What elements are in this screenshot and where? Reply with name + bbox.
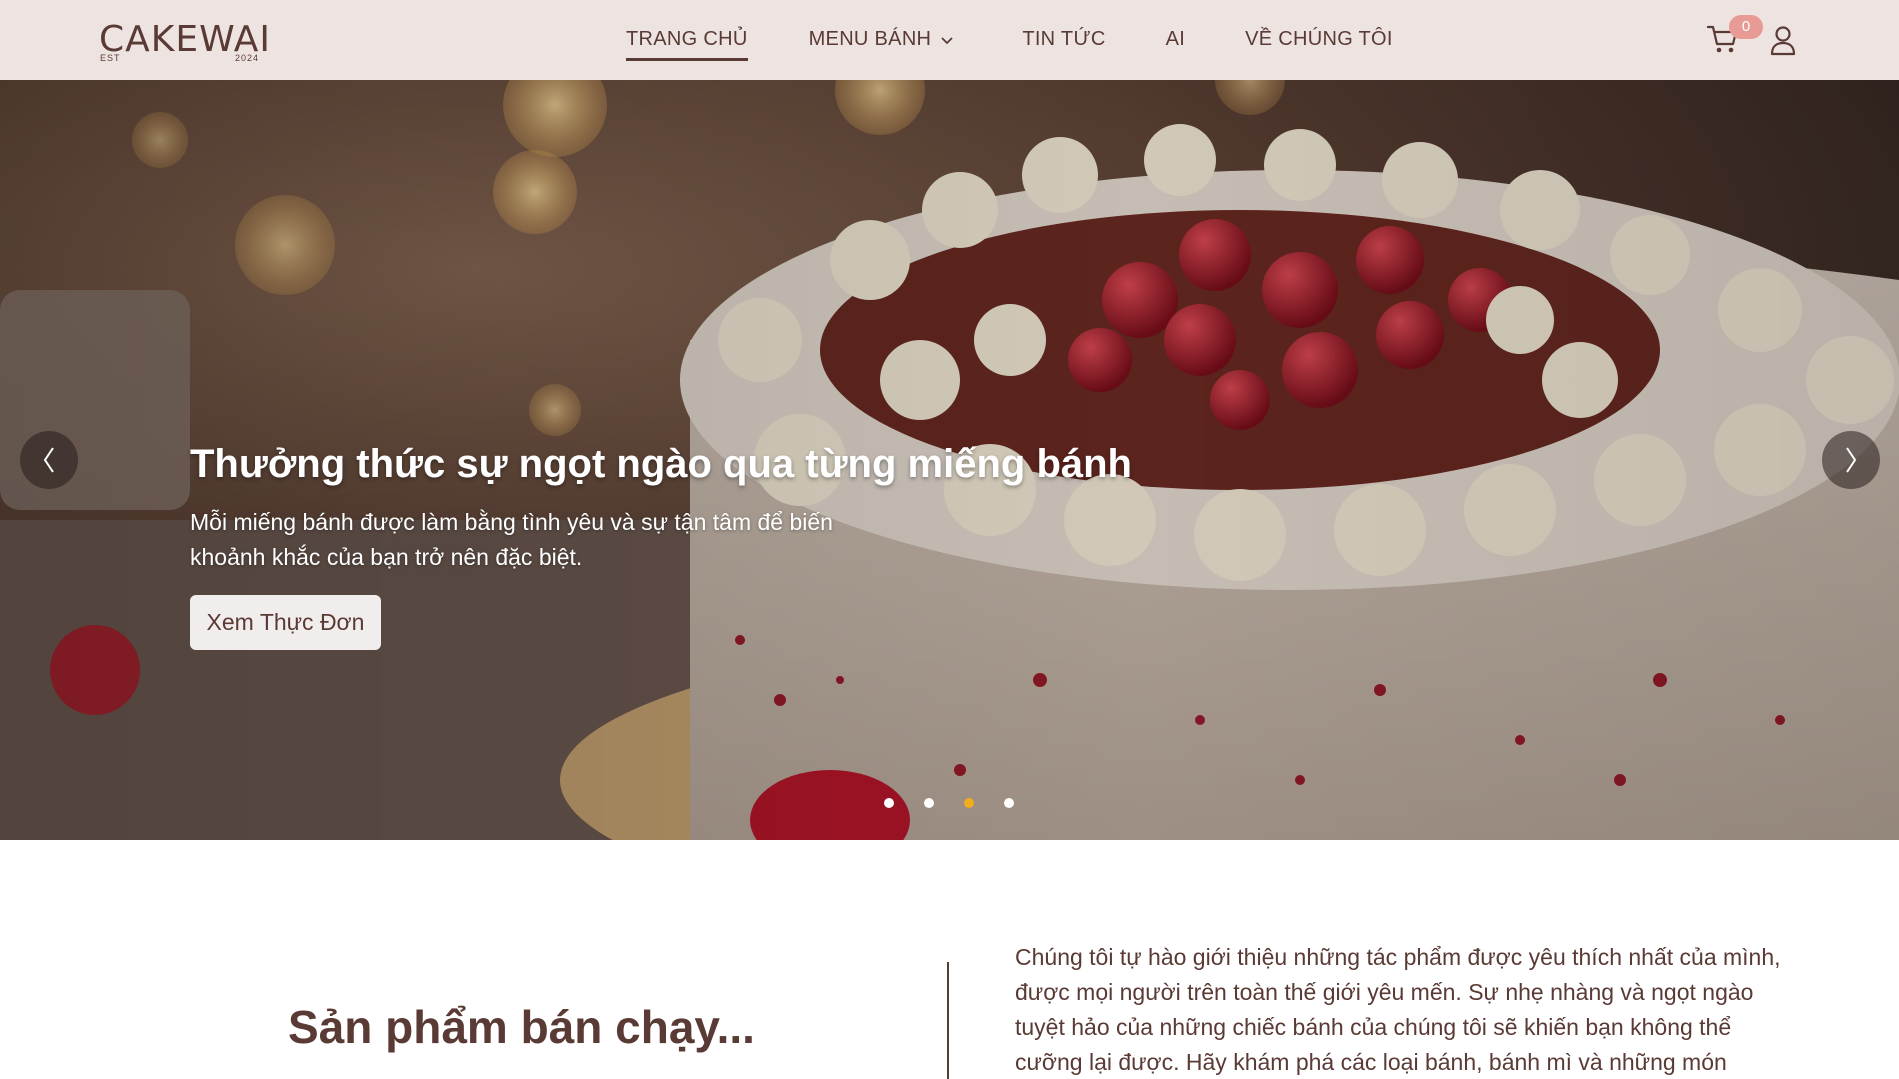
nav-item-about[interactable]: VỀ CHÚNG TÔI — [1245, 28, 1393, 51]
nav-item-label: MENU BÁNH — [808, 28, 932, 50]
brand-logo[interactable]: CAKEWAI EST 2024 — [99, 20, 270, 66]
carousel-next-button[interactable] — [1822, 431, 1880, 489]
logo-year: 2024 — [235, 53, 260, 63]
view-menu-button[interactable]: Xem Thực Đơn — [190, 595, 381, 650]
hero-carousel: Thưởng thức sự ngọt ngào qua từng miếng … — [0, 80, 1899, 840]
chevron-right-icon — [1846, 447, 1857, 473]
nav-item-cake-menu[interactable]: MENU BÁNH — [809, 28, 956, 51]
carousel-dot-2[interactable] — [924, 798, 934, 808]
carousel-dot-4[interactable] — [1004, 798, 1014, 808]
carousel-indicators — [884, 798, 1044, 808]
cart-count-badge: 0 — [1729, 15, 1763, 39]
nav-item-news[interactable]: TIN TỨC — [1022, 28, 1105, 51]
user-icon[interactable] — [1768, 24, 1798, 56]
carousel-dot-1[interactable] — [884, 798, 894, 808]
logo-est: EST — [100, 53, 121, 63]
section-divider — [947, 962, 949, 1079]
bestsellers-title: Sản phẩm bán chạy... — [288, 1001, 755, 1053]
site-header: CAKEWAI EST 2024 TRANG CHỦ MENU BÁNH TIN… — [0, 0, 1899, 80]
main-nav: TRANG CHỦ MENU BÁNH TIN TỨC AI VỀ CHÚNG … — [626, 28, 1393, 61]
nav-item-home[interactable]: TRANG CHỦ — [626, 28, 748, 61]
nav-item-ai[interactable]: AI — [1166, 28, 1186, 51]
chevron-left-icon — [43, 447, 54, 473]
chevron-down-icon — [941, 36, 953, 44]
carousel-prev-button[interactable] — [20, 431, 78, 489]
carousel-dot-3[interactable] — [964, 798, 974, 808]
bestsellers-intro: Chúng tôi tự hào giới thiệu những tác ph… — [1015, 944, 1781, 1075]
hero-title: Thưởng thức sự ngọt ngào qua từng miếng … — [190, 442, 1132, 486]
hero-description: Mỗi miếng bánh được làm bằng tình yêu và… — [190, 509, 833, 570]
